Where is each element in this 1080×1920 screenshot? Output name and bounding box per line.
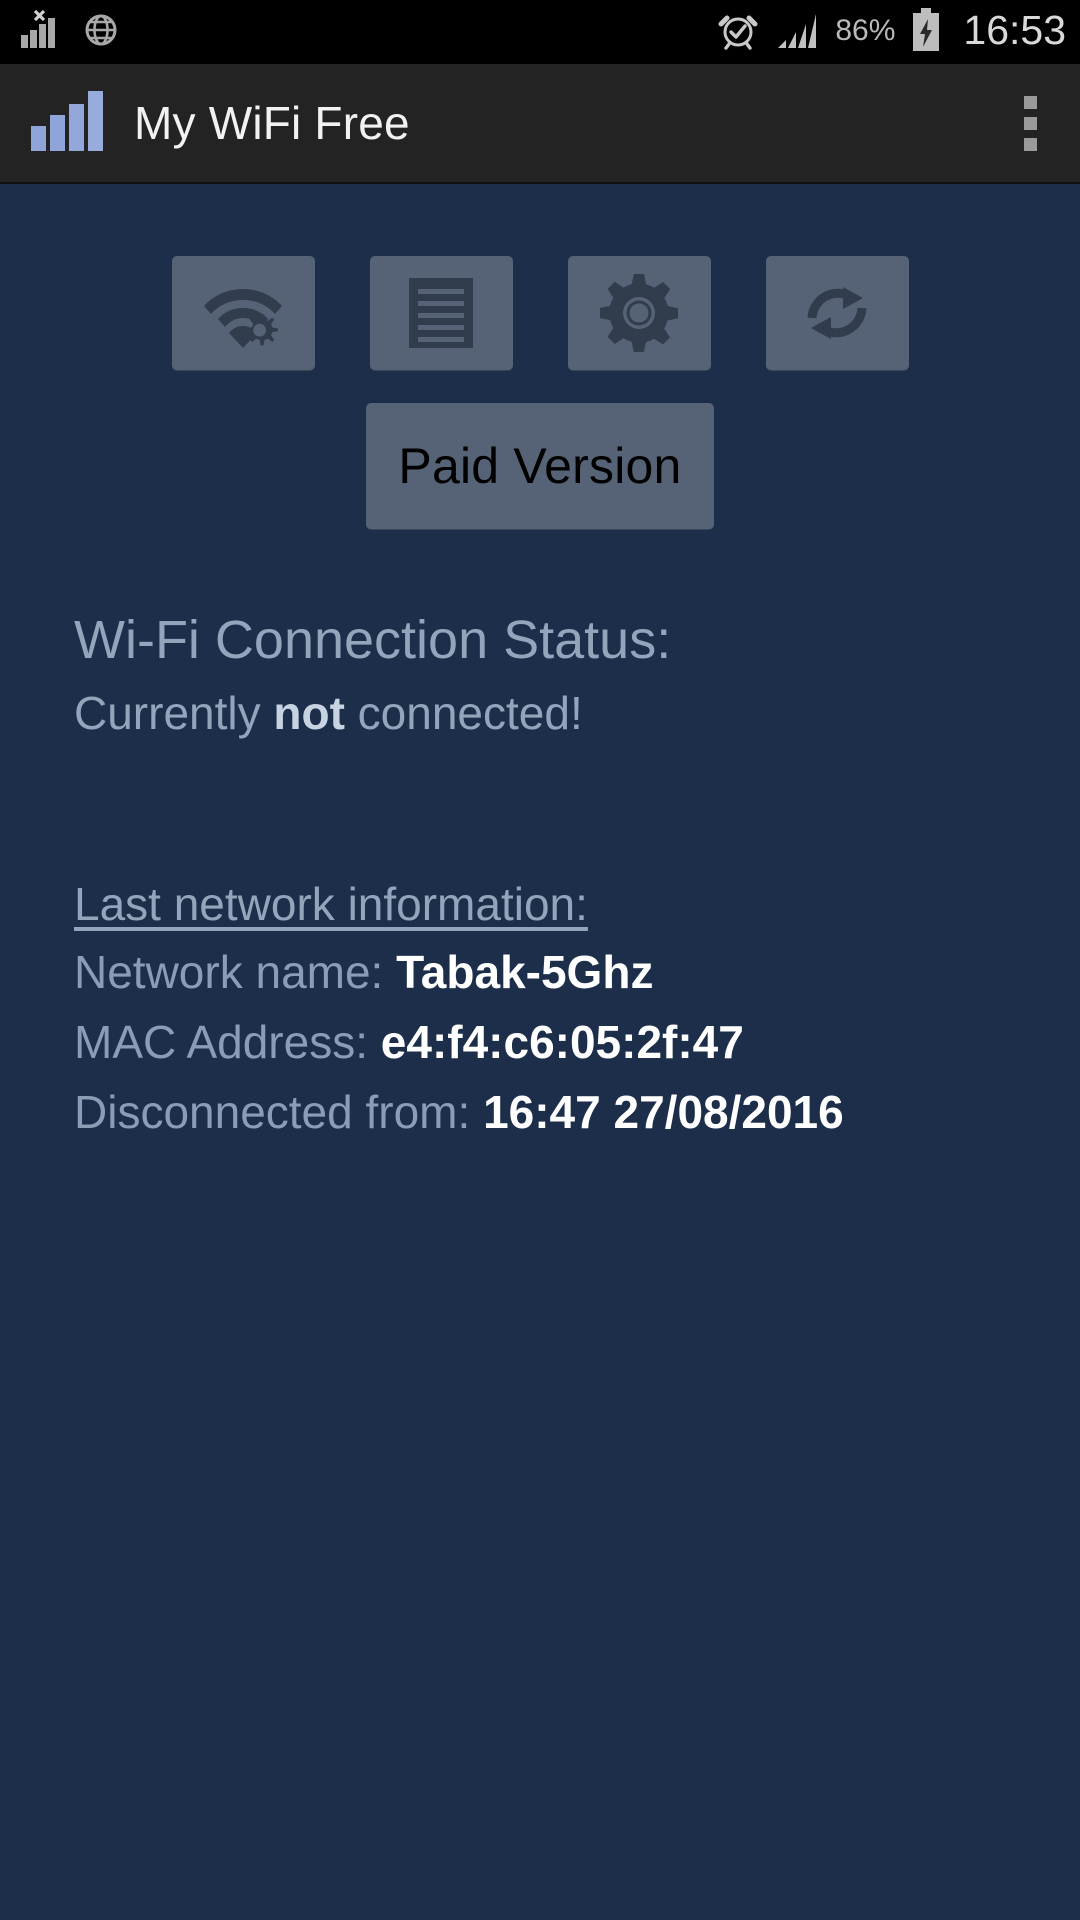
gear-icon	[600, 274, 678, 352]
last-network-heading: Last network information:	[74, 877, 588, 930]
app-title: My WiFi Free	[134, 97, 410, 149]
battery-charging-icon	[911, 7, 941, 58]
wifi-gear-icon	[197, 275, 289, 351]
app-screen: 86% 16:53 My WiFi Free Paid Version Wi-F…	[0, 0, 1080, 1920]
wifi-settings-button[interactable]	[171, 256, 315, 370]
paid-version-row: Paid Version	[0, 403, 1080, 529]
wifi-status-block: Wi-Fi Connection Status: Currently not c…	[0, 609, 1080, 740]
refresh-sync-icon	[797, 274, 877, 352]
wifi-status-heading: Wi-Fi Connection Status:	[74, 610, 672, 670]
mac-address-value: e4:f4:c6:05:2f:47	[380, 1016, 744, 1069]
app-action-bar: My WiFi Free	[0, 64, 1080, 184]
mac-address-label: MAC Address:	[74, 1016, 381, 1069]
last-network-block: Last network information: Network name: …	[0, 876, 1080, 1143]
status-bar-right-icons: 86% 16:53	[717, 7, 1066, 58]
refresh-button[interactable]	[765, 256, 909, 370]
disconnected-from-row: Disconnected from: 16:47 27/08/2016	[74, 1083, 1080, 1143]
wifi-status-suffix: connected!	[344, 687, 583, 740]
android-status-bar: 86% 16:53	[0, 0, 1080, 64]
wifi-status-line: Currently not connected!	[74, 687, 1080, 740]
network-name-row: Network name: Tabak-5Ghz	[74, 943, 1080, 1003]
signal-no-service-icon	[18, 9, 60, 56]
status-bar-clock: 16:53	[963, 7, 1066, 53]
toolbar-button-row	[0, 256, 1080, 370]
status-bar-left-icons	[18, 9, 120, 56]
settings-button[interactable]	[567, 256, 711, 370]
network-name-label: Network name:	[74, 946, 397, 999]
mac-address-row: MAC Address: e4:f4:c6:05:2f:47	[74, 1013, 1080, 1073]
globe-icon	[82, 11, 120, 54]
alarm-clock-icon	[717, 9, 759, 56]
signal-bars-icon	[30, 90, 106, 157]
wifi-status-emphasis: not	[273, 687, 345, 740]
wifi-status-prefix: Currently	[74, 687, 274, 740]
overflow-menu-icon[interactable]	[1002, 81, 1058, 165]
disconnected-from-value: 16:47 27/08/2016	[483, 1086, 844, 1139]
paid-version-button[interactable]: Paid Version	[366, 403, 714, 529]
cellular-signal-icon	[775, 9, 819, 56]
network-name-value: Tabak-5Ghz	[396, 946, 654, 999]
network-list-button[interactable]	[369, 256, 513, 370]
battery-percent-label: 86%	[835, 14, 896, 47]
list-lines-icon	[407, 276, 475, 350]
disconnected-from-label: Disconnected from:	[74, 1086, 484, 1139]
main-content: Paid Version Wi-Fi Connection Status: Cu…	[0, 256, 1080, 1143]
